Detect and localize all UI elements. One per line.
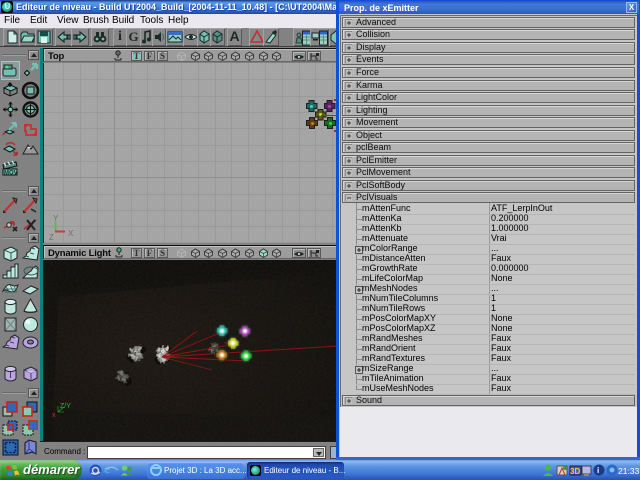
svg-text:x: x	[52, 412, 56, 419]
svg-text:Y: Y	[53, 214, 59, 223]
svg-text:Z: Z	[49, 233, 54, 242]
svg-text:X: X	[68, 229, 74, 238]
svg-text:MOV: MOV	[4, 171, 18, 177]
svg-text:3D: 3D	[570, 467, 580, 476]
svg-text:i: i	[597, 466, 599, 475]
